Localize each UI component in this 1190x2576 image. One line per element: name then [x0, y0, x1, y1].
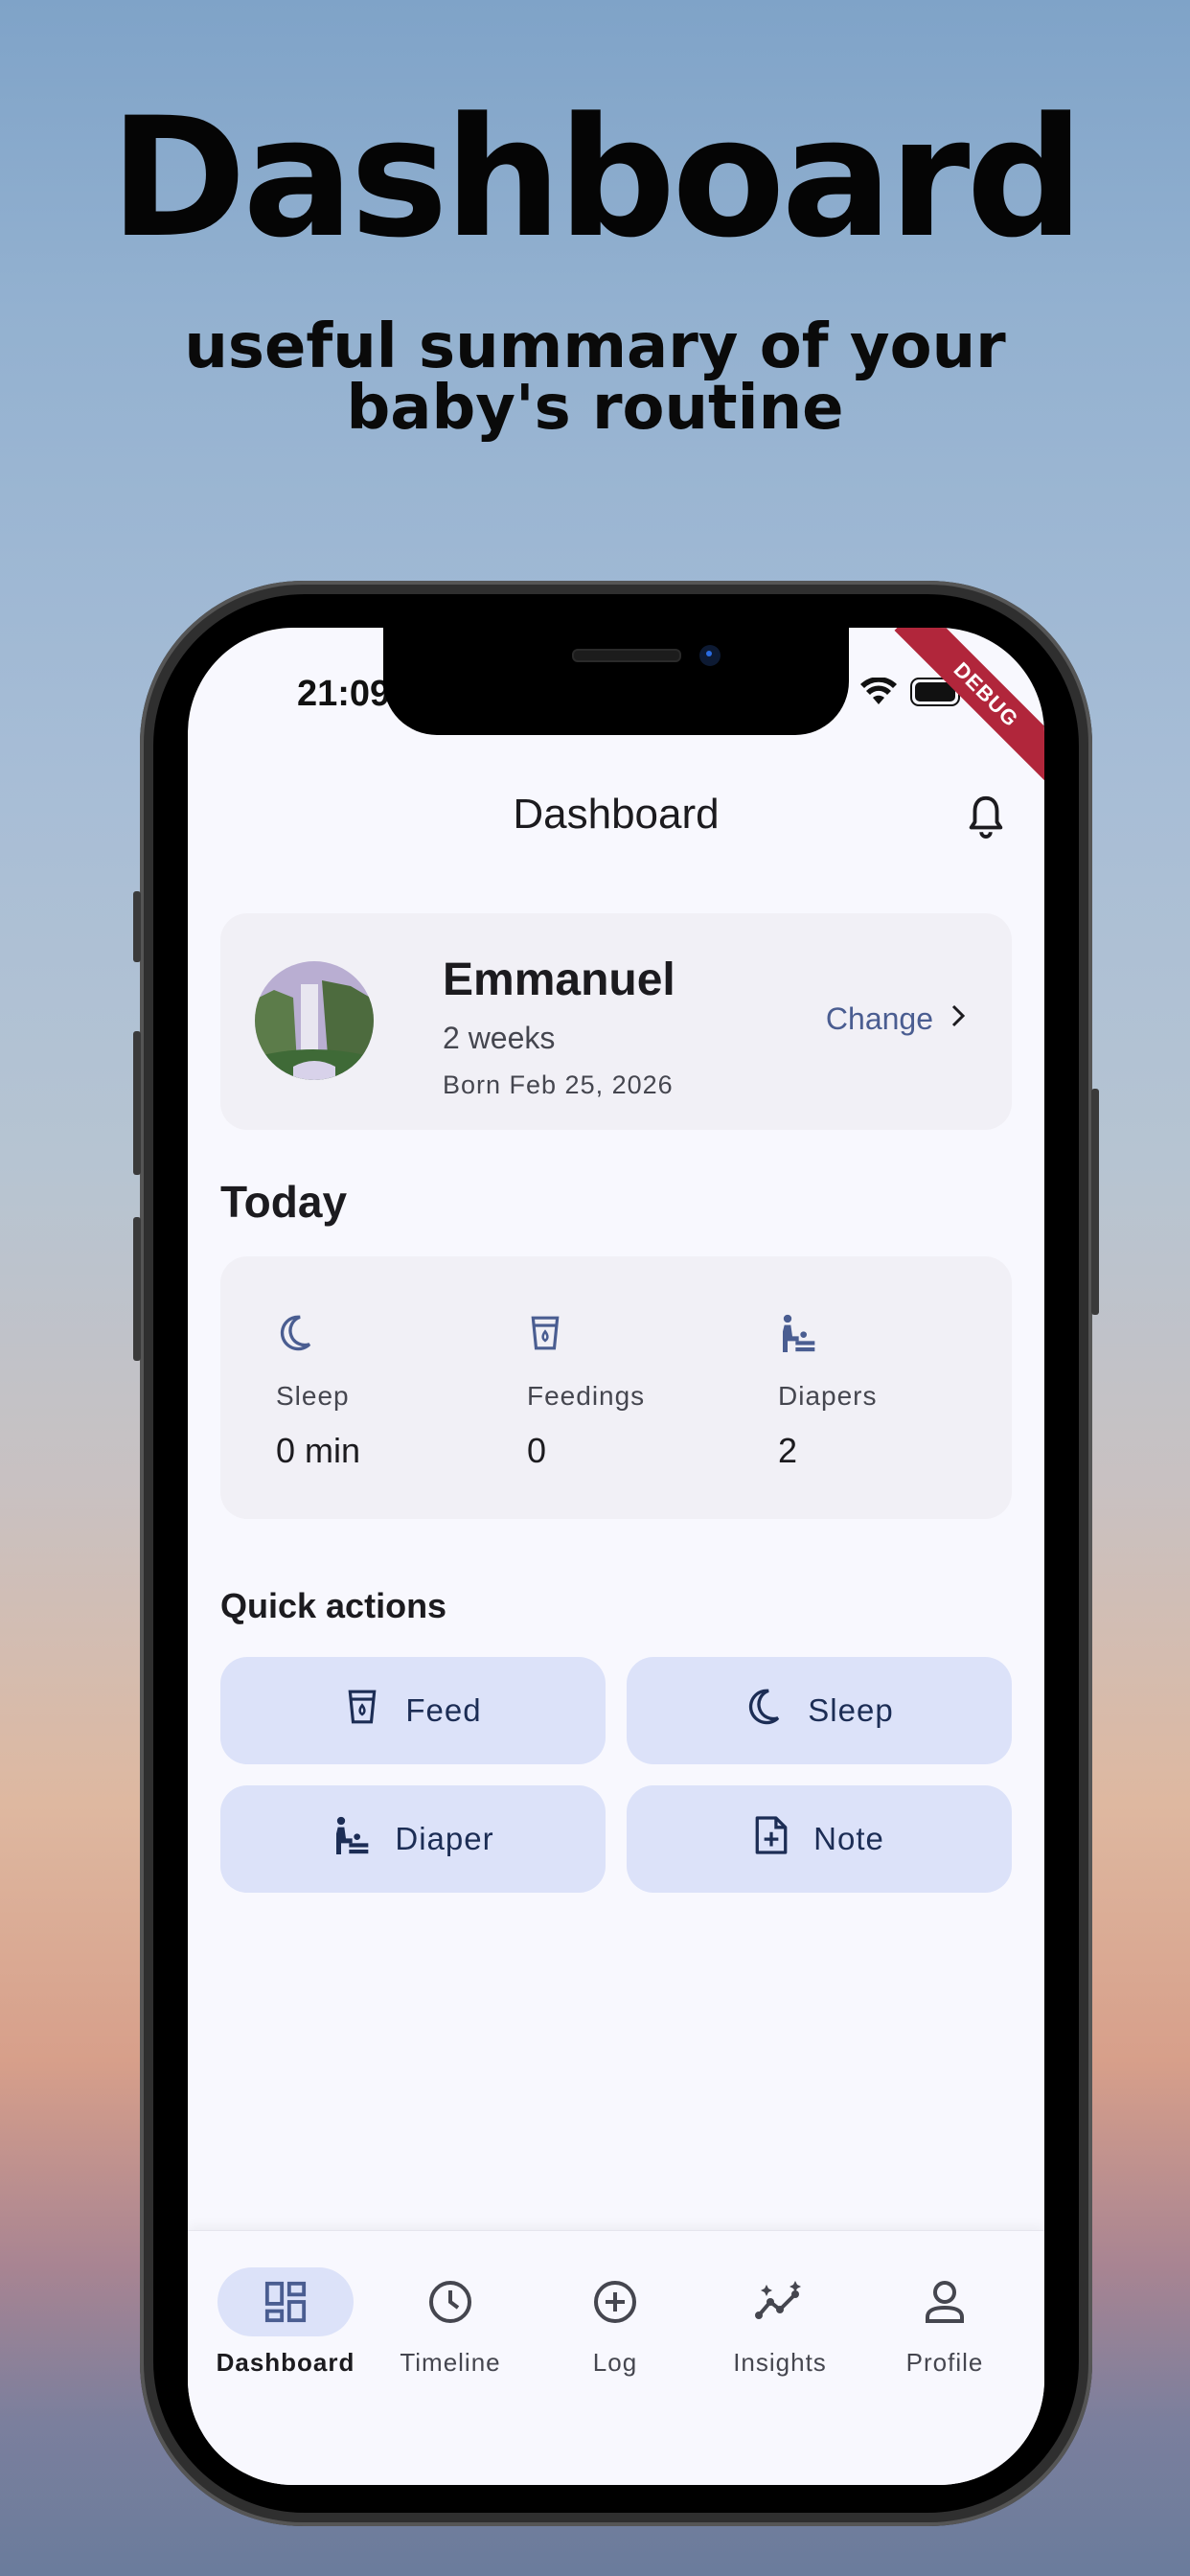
nav-label: Profile	[905, 2348, 984, 2377]
chevron-right-icon	[949, 1001, 968, 1037]
child-age: 2 weeks	[443, 1021, 556, 1055]
note-button[interactable]: Note	[627, 1785, 1012, 1893]
diaper-button[interactable]: Diaper	[220, 1785, 606, 1893]
change-child-label: Change	[825, 1001, 933, 1036]
phone-power-button	[1091, 1089, 1099, 1315]
sleep-button[interactable]: Sleep	[627, 1657, 1012, 1764]
nav-insights[interactable]: Insights	[698, 2267, 862, 2378]
today-heading: Today	[220, 1177, 348, 1227]
phone-volume-down	[133, 1217, 141, 1361]
promo-subline: useful summary of your baby's routine	[0, 316, 1190, 439]
nav-profile[interactable]: Profile	[862, 2267, 1027, 2378]
nav-log[interactable]: Log	[533, 2267, 698, 2378]
stat-sleep: Sleep 0 min	[276, 1312, 506, 1471]
stat-diapers: Diapers 2	[778, 1312, 1008, 1471]
quick-actions-heading: Quick actions	[220, 1586, 447, 1625]
baby-changing-icon	[332, 1814, 370, 1864]
promo-headline: Dashboard	[109, 81, 1085, 274]
note-add-icon	[754, 1814, 789, 1864]
front-camera	[699, 645, 721, 666]
stat-value: 0 min	[276, 1431, 361, 1470]
change-child-button[interactable]: Change	[826, 1001, 968, 1037]
dashboard-icon	[217, 2267, 354, 2336]
status-time: 21:09	[297, 674, 391, 714]
nav-timeline[interactable]: Timeline	[368, 2267, 533, 2378]
bell-icon[interactable]	[964, 793, 1008, 845]
cup-icon	[527, 1312, 757, 1362]
note-button-label: Note	[813, 1821, 884, 1856]
add-circle-icon	[547, 2267, 683, 2336]
page-title: Dashboard	[513, 791, 720, 838]
cup-icon	[344, 1686, 380, 1736]
nav-label: Dashboard	[216, 2348, 355, 2377]
feed-button[interactable]: Feed	[220, 1657, 606, 1764]
stat-feedings: Feedings 0	[527, 1312, 757, 1471]
sleep-button-label: Sleep	[808, 1692, 894, 1728]
stat-label: Feedings	[527, 1381, 646, 1411]
person-icon	[877, 2267, 1013, 2336]
baby-changing-icon	[778, 1312, 1008, 1362]
child-profile-card[interactable]: Emmanuel 2 weeks Born Feb 25, 2026 Chang…	[220, 913, 1012, 1130]
wifi-icon	[860, 677, 897, 711]
phone-mute-switch	[133, 891, 141, 962]
child-name: Emmanuel	[443, 954, 675, 1005]
stat-label: Sleep	[276, 1381, 350, 1411]
stat-label: Diapers	[778, 1381, 878, 1411]
bottom-navigation: Dashboard Timeline Log Insights Profile	[188, 2230, 1044, 2485]
stat-value: 2	[778, 1431, 798, 1470]
nav-label: Insights	[733, 2348, 827, 2377]
promo-subline-1: useful summary of your	[184, 311, 1006, 382]
nav-label: Log	[592, 2348, 638, 2377]
moon-icon	[744, 1686, 783, 1736]
speaker-grille	[572, 649, 681, 662]
clock-icon	[382, 2267, 518, 2336]
stat-value: 0	[527, 1431, 547, 1470]
child-birth-date: Born Feb 25, 2026	[443, 1070, 674, 1099]
notch	[383, 628, 849, 735]
feed-button-label: Feed	[405, 1692, 482, 1728]
diaper-button-label: Diaper	[395, 1821, 494, 1856]
today-summary-card: Sleep 0 min Feedings 0 Diapers 2	[220, 1256, 1012, 1519]
nav-dashboard[interactable]: Dashboard	[203, 2267, 368, 2378]
phone-volume-up	[133, 1031, 141, 1175]
phone-screen: 21:09 DEBUG Dashboard Emmanuel 2 weeks B…	[188, 628, 1044, 2485]
moon-icon	[276, 1312, 506, 1362]
avatar	[255, 961, 374, 1080]
promo-subline-2: baby's routine	[346, 373, 844, 444]
nav-label: Timeline	[400, 2348, 501, 2377]
insights-icon	[712, 2267, 848, 2336]
